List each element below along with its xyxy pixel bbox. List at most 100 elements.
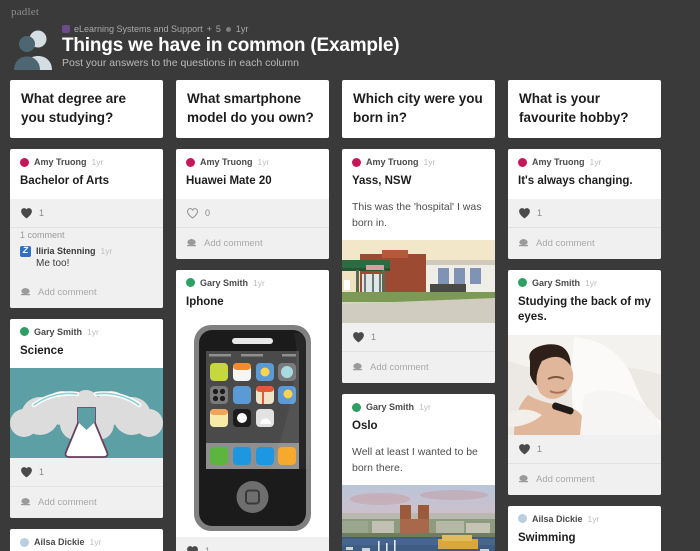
post-card[interactable]: Gary Smith 1yr Iphone [176, 269, 329, 551]
like-row[interactable]: 0 [176, 199, 329, 227]
like-row[interactable]: 1 [342, 323, 495, 351]
board-subtitle: Post your answers to the questions in ea… [62, 57, 299, 69]
avatar [186, 157, 195, 167]
comment-icon [186, 238, 197, 247]
add-comment-button[interactable]: Add comment [342, 352, 495, 383]
post-title: Oslo [352, 420, 378, 433]
heart-filled-icon[interactable] [20, 466, 33, 478]
post-author: Ailsa Dickie [34, 537, 85, 548]
post-footer: 1 Add comment [10, 458, 163, 519]
comment-text: Me too! [36, 257, 70, 269]
column-header[interactable]: What smartphone model do you own? [176, 80, 329, 139]
plus-sign: + [206, 24, 212, 34]
post-author-row: Amy Truong 1yr [10, 149, 163, 167]
like-count: 1 [537, 443, 543, 454]
post-card[interactable]: Amy Truong 1yr It's always changing. 1 A… [508, 149, 661, 259]
post-title: Science [20, 344, 64, 357]
post-card[interactable]: Ailsa Dickie 1yr Swimming [508, 505, 661, 551]
post-card[interactable]: Gary Smith 1yr Science 1 Add comment [10, 318, 163, 519]
post-card[interactable]: Amy Truong 1yr Bachelor of Arts 1 1 comm… [10, 149, 163, 308]
avatar [518, 278, 527, 288]
like-count: 1 [39, 467, 45, 478]
heart-filled-icon[interactable] [186, 545, 199, 551]
avatar [20, 537, 29, 547]
column-header[interactable]: What is your favourite hobby? [508, 80, 661, 139]
like-count: 0 [205, 207, 211, 218]
comment-icon [20, 498, 31, 506]
heart-filled-icon[interactable] [518, 443, 531, 455]
padlet-logo[interactable]: padlet [11, 6, 39, 18]
heart-filled-icon[interactable] [352, 331, 365, 343]
post-author: Amy Truong [366, 157, 419, 168]
heart-filled-icon[interactable] [20, 207, 33, 219]
post-card[interactable]: Amy Truong 1yr Yass, NSW This was the 'h… [342, 149, 495, 384]
post-author: Amy Truong [200, 157, 253, 168]
post-title: Iphone [186, 295, 224, 308]
post-age: 1yr [423, 157, 436, 168]
add-comment-label: Add comment [536, 473, 595, 485]
column-header[interactable]: What degree are you studying? [10, 80, 163, 139]
add-comment-button[interactable]: Add comment [508, 228, 661, 259]
add-comment-label: Add comment [38, 286, 97, 298]
post-author-row: Ailsa Dickie 1yr [508, 506, 661, 524]
post-card[interactable]: Ailsa Dickie 1yr Information Technology [10, 529, 163, 551]
column-smartphone: What smartphone model do you own? Amy Tr… [176, 80, 329, 551]
comment-icon [352, 363, 363, 371]
column-title: What degree are you studying? [21, 91, 127, 125]
post-media-oslo-photo[interactable] [342, 485, 495, 551]
add-comment-label: Add comment [204, 237, 263, 249]
like-row[interactable]: 1 [508, 435, 661, 463]
board-avatar[interactable] [11, 26, 55, 70]
column-title: What is your favourite hobby? [519, 91, 629, 125]
heart-filled-icon[interactable] [518, 207, 531, 219]
post-author: Gary Smith [366, 402, 415, 413]
board-age: 1yr [235, 24, 249, 34]
comment-icon [518, 238, 529, 247]
column-title: Which city were you born in? [353, 91, 483, 125]
post-card[interactable]: Amy Truong 1yr Huawei Mate 20 0 Add comm… [176, 149, 329, 259]
post-author: Gary Smith [200, 277, 249, 288]
comment-icon [518, 474, 529, 483]
post-author: Ailsa Dickie [532, 513, 583, 524]
post-age: 1yr [89, 537, 102, 548]
post-title: Bachelor of Arts [20, 175, 110, 188]
post-age: 1yr [91, 157, 104, 168]
add-comment-label: Add comment [38, 497, 97, 509]
like-row[interactable]: 1 [508, 199, 661, 227]
add-comment-button[interactable]: Add comment [176, 228, 329, 259]
post-age: 1yr [419, 402, 431, 413]
like-row[interactable]: 1 [10, 458, 163, 486]
post-media-science-flask[interactable] [10, 368, 163, 459]
post-media-sleeping-photo[interactable] [508, 334, 661, 435]
add-comment-label: Add comment [370, 362, 429, 374]
padlet-board-app: padlet eLearning Systems and Support + 5… [0, 0, 700, 551]
post-age: 1yr [87, 326, 99, 337]
like-count: 1 [205, 546, 210, 551]
add-comment-button[interactable]: Add comment [10, 277, 163, 308]
post-footer: 1 1 comment Iliria Stenning 1yr Me too! [10, 198, 163, 308]
column-header[interactable]: Which city were you born in? [342, 80, 495, 139]
post-author: Amy Truong [532, 157, 585, 168]
post-media-iphone-illustration[interactable] [176, 319, 329, 538]
board-header: eLearning Systems and Support + 5 1yr Th… [10, 24, 690, 72]
post-author: Gary Smith [532, 277, 581, 288]
like-row[interactable]: 1 [10, 199, 163, 227]
post-media-hospital-photo[interactable] [342, 240, 495, 324]
post-author: Amy Truong [34, 157, 87, 168]
add-comment-button[interactable]: Add comment [10, 487, 163, 518]
comment-age: 1yr [100, 246, 113, 257]
post-card[interactable]: Gary Smith 1yr Oslo Well at least I want… [342, 394, 495, 551]
avatar [518, 514, 527, 524]
post-author-row: Gary Smith 1yr [508, 270, 661, 288]
board-owner[interactable]: eLearning Systems and Support [74, 24, 203, 34]
commenter-avatar [20, 245, 31, 257]
like-row[interactable]: 1 [176, 537, 329, 551]
post-title: It's always changing. [518, 175, 633, 188]
contributor-count: 5 [215, 24, 221, 34]
comment-author-row: Iliria Stenning 1yr [20, 245, 153, 257]
add-comment-button[interactable]: Add comment [508, 464, 661, 495]
heart-outline-icon[interactable] [186, 207, 199, 219]
comment-item: Iliria Stenning 1yr Me too! [10, 245, 163, 277]
post-body: Well at least I wanted to be born there. [352, 445, 478, 475]
post-card[interactable]: Gary Smith 1yr Studying the back of my e… [508, 269, 661, 495]
